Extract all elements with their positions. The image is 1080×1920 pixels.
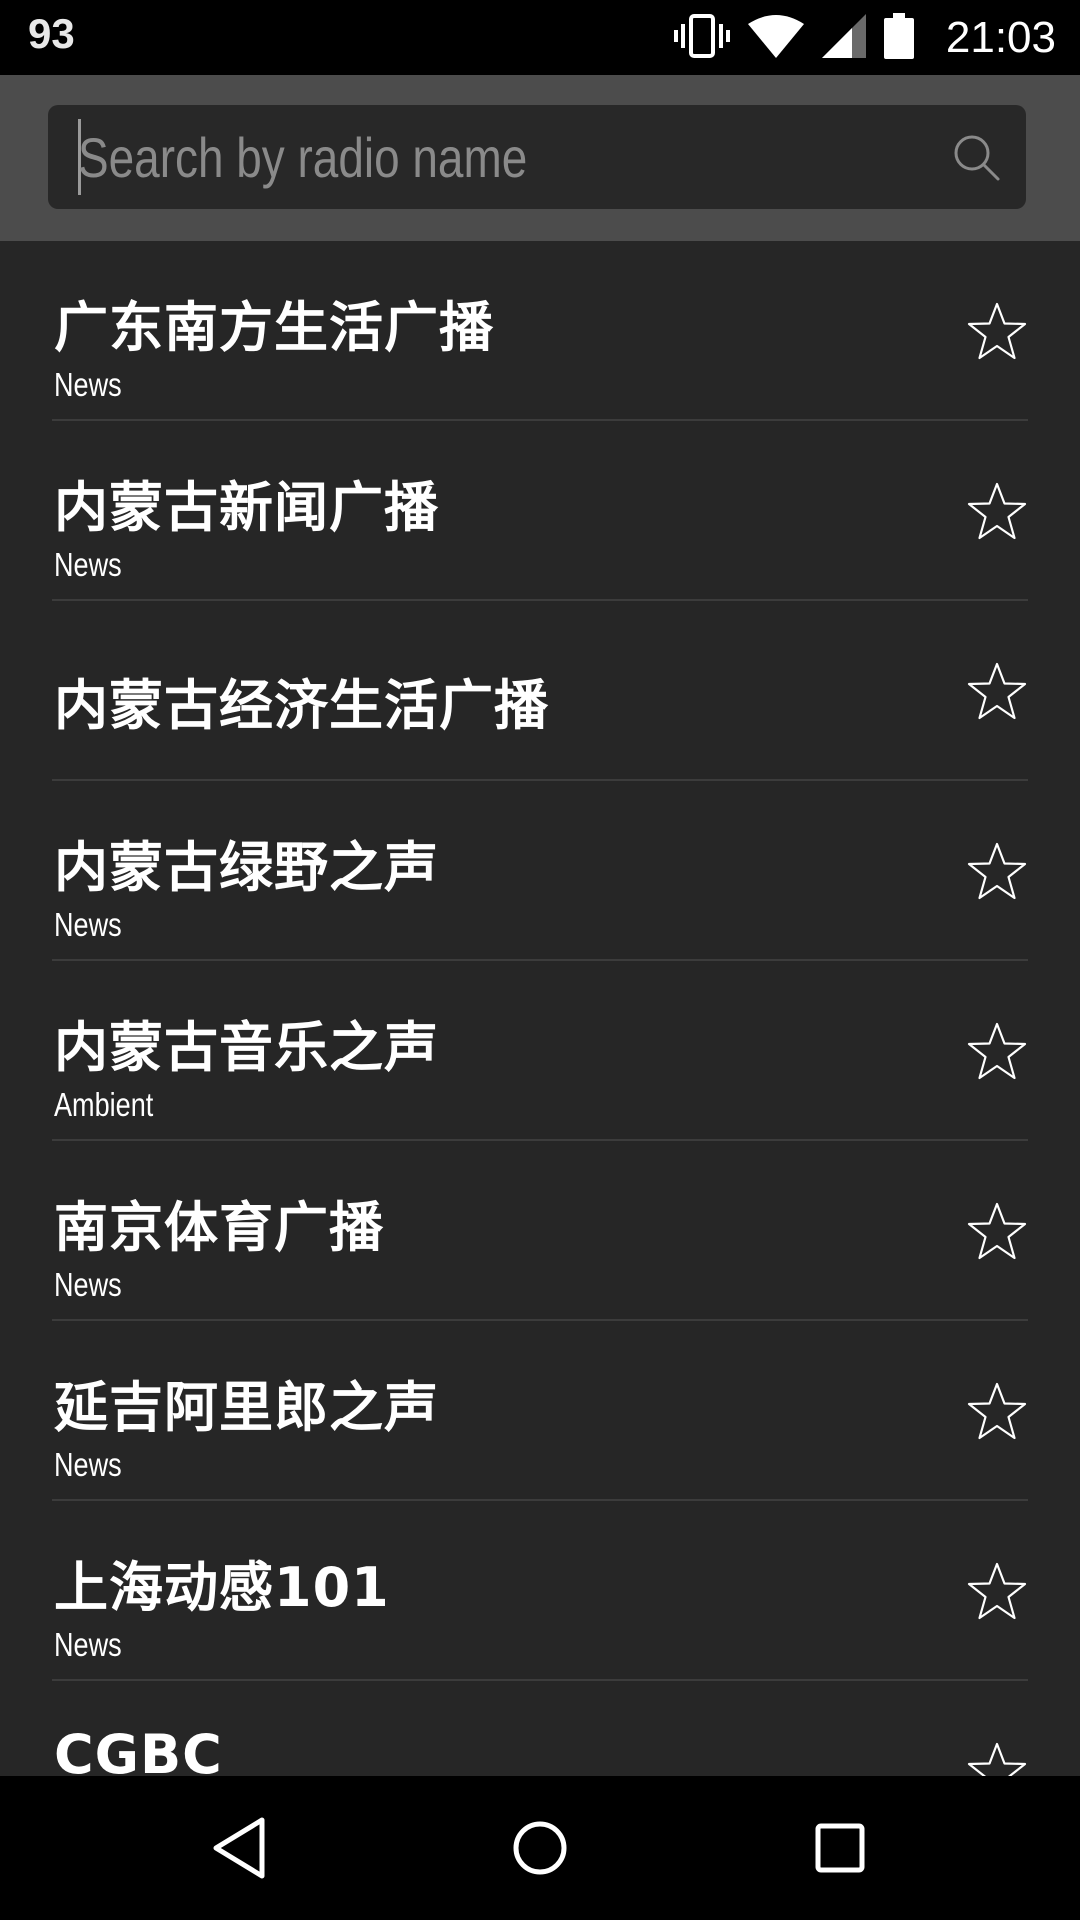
back-icon[interactable] xyxy=(198,1806,282,1890)
status-icons: 21:03 xyxy=(673,0,1056,75)
station-genre: News xyxy=(54,1266,122,1303)
favorite-star-icon[interactable] xyxy=(966,1741,1028,1776)
list-item[interactable]: 内蒙古音乐之声 Ambient xyxy=(52,961,1028,1141)
station-genre: News xyxy=(54,1626,122,1663)
list-item[interactable]: 广东南方生活广播 News xyxy=(52,241,1028,421)
station-name: 南京体育广播 xyxy=(54,1196,384,1259)
station-genre: News xyxy=(54,1446,122,1483)
battery-icon xyxy=(883,12,914,63)
home-icon[interactable] xyxy=(498,1806,582,1890)
station-name: 内蒙古经济生活广播 xyxy=(54,674,549,737)
station-genre: News xyxy=(54,366,122,403)
favorite-star-icon[interactable] xyxy=(966,301,1028,363)
clock: 21:03 xyxy=(945,12,1056,62)
wifi-icon xyxy=(747,14,804,62)
list-item[interactable]: 延吉阿里郎之声 News xyxy=(52,1321,1028,1501)
list-item[interactable]: 南京体育广播 News xyxy=(52,1141,1028,1321)
vibrate-icon xyxy=(673,13,730,62)
list-item[interactable]: 内蒙古经济生活广播 xyxy=(52,601,1028,781)
station-list[interactable]: 广东南方生活广播 News 内蒙古新闻广播 News 内蒙古经济生活广播 内蒙古… xyxy=(0,241,1080,1776)
cell-signal-icon xyxy=(821,13,866,62)
favorite-star-icon[interactable] xyxy=(966,841,1028,903)
search-box[interactable] xyxy=(48,105,1026,209)
radio-app-screen: 93 21:03 Search by radio name 广东南方生活广播 N… xyxy=(0,0,1080,1920)
list-item[interactable]: 内蒙古绿野之声 News xyxy=(52,781,1028,961)
search-input[interactable] xyxy=(78,105,800,209)
station-genre: Ambient xyxy=(54,1086,154,1123)
status-bar: 93 21:03 xyxy=(0,0,1080,75)
favorite-star-icon[interactable] xyxy=(966,1021,1028,1083)
favorite-star-icon[interactable] xyxy=(966,1381,1028,1443)
list-item[interactable]: 上海动感101 News xyxy=(52,1501,1028,1681)
station-name: CGBC xyxy=(54,1723,223,1776)
station-genre: News xyxy=(54,906,122,943)
favorite-star-icon[interactable] xyxy=(966,661,1028,723)
battery-percentage: 93 xyxy=(28,10,75,57)
station-name: 内蒙古音乐之声 xyxy=(54,1016,439,1079)
favorite-star-icon[interactable] xyxy=(966,481,1028,543)
list-item[interactable]: CGBC xyxy=(52,1681,1028,1776)
station-genre: News xyxy=(54,546,122,583)
favorite-star-icon[interactable] xyxy=(966,1561,1028,1623)
station-name: 广东南方生活广播 xyxy=(54,296,494,359)
search-header xyxy=(0,75,1080,241)
favorite-star-icon[interactable] xyxy=(966,1201,1028,1263)
station-name: 内蒙古绿野之声 xyxy=(54,836,439,899)
list-item[interactable]: 内蒙古新闻广播 News xyxy=(52,421,1028,601)
recents-icon[interactable] xyxy=(798,1806,882,1890)
navigation-bar xyxy=(0,1776,1080,1920)
station-name: 延吉阿里郎之声 xyxy=(54,1376,439,1439)
search-icon[interactable] xyxy=(952,133,1002,183)
station-name: 上海动感101 xyxy=(54,1556,390,1619)
station-name: 内蒙古新闻广播 xyxy=(54,476,439,539)
